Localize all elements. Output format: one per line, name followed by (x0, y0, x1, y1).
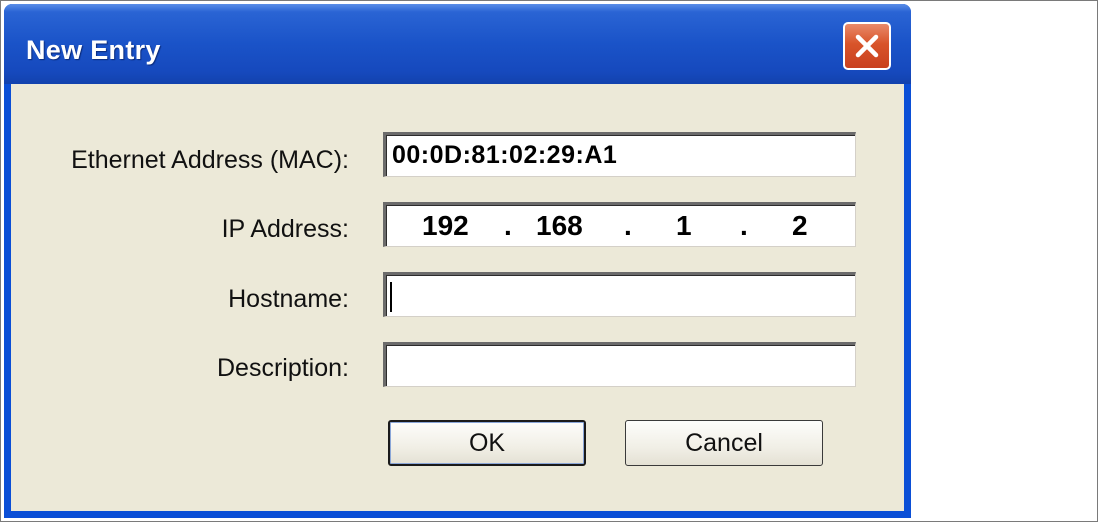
ip-octet-1[interactable]: 192 (422, 210, 469, 242)
close-icon (855, 34, 879, 58)
mac-label: Ethernet Address (MAC): (71, 146, 349, 174)
ip-octet-3[interactable]: 1 (676, 210, 692, 242)
text-caret (390, 282, 392, 312)
description-field[interactable] (383, 342, 856, 387)
ip-octet-4[interactable]: 2 (792, 210, 808, 242)
hostname-field[interactable] (383, 272, 856, 317)
ok-button[interactable]: OK (388, 420, 586, 466)
ip-separator-1: . (504, 210, 512, 241)
title-bar[interactable]: New Entry (4, 4, 911, 84)
description-label: Description: (217, 354, 349, 382)
ip-separator-2: . (624, 210, 632, 241)
ip-separator-3: . (740, 210, 748, 241)
cancel-button[interactable]: Cancel (625, 420, 823, 466)
mac-address-field[interactable] (383, 132, 856, 177)
new-entry-dialog: New Entry Ethernet Address (MAC): IP Add… (4, 4, 911, 518)
close-button[interactable] (843, 22, 891, 70)
dialog-body: Ethernet Address (MAC): IP Address: 192 … (11, 84, 904, 511)
hostname-label: Hostname: (228, 285, 349, 313)
dialog-title: New Entry (26, 35, 161, 65)
ip-label: IP Address: (221, 215, 349, 243)
ip-octet-2[interactable]: 168 (536, 210, 583, 242)
ip-address-field[interactable]: 192 . 168 . 1 . 2 (383, 202, 856, 247)
